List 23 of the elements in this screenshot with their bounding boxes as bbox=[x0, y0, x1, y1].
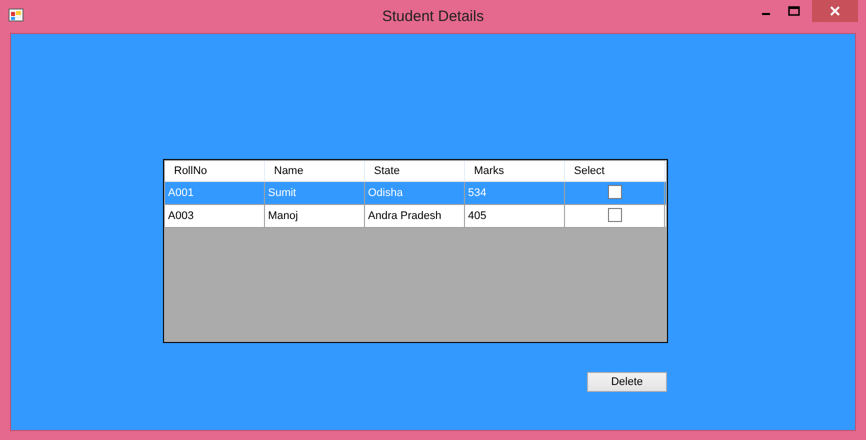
close-button[interactable] bbox=[812, 0, 858, 22]
checkbox[interactable] bbox=[608, 208, 622, 222]
column-header[interactable]: Name bbox=[265, 161, 365, 181]
close-icon bbox=[830, 6, 840, 16]
column-header[interactable]: Select bbox=[565, 161, 665, 181]
column-header[interactable]: RollNo bbox=[165, 161, 265, 181]
checkbox[interactable] bbox=[608, 185, 622, 199]
column-header[interactable]: Marks bbox=[465, 161, 565, 181]
table-cell: 534 bbox=[465, 182, 565, 204]
table-row[interactable]: A003 Manoj Andra Pradesh 405 bbox=[165, 205, 666, 228]
minimize-icon bbox=[762, 13, 770, 15]
table-cell: 405 bbox=[465, 205, 565, 227]
table-cell: A003 bbox=[165, 205, 265, 227]
table-cell: Sumit bbox=[265, 182, 365, 204]
maximize-icon bbox=[788, 6, 800, 16]
delete-button[interactable]: Delete bbox=[587, 372, 667, 392]
table-cell: A001 bbox=[165, 182, 265, 204]
table-cell: Odisha bbox=[365, 182, 465, 204]
table-cell: Andra Pradesh bbox=[365, 205, 465, 227]
window-title: Student Details bbox=[381, 8, 485, 25]
column-header[interactable]: State bbox=[365, 161, 465, 181]
app-icon bbox=[8, 6, 24, 22]
table-cell: Manoj bbox=[265, 205, 365, 227]
